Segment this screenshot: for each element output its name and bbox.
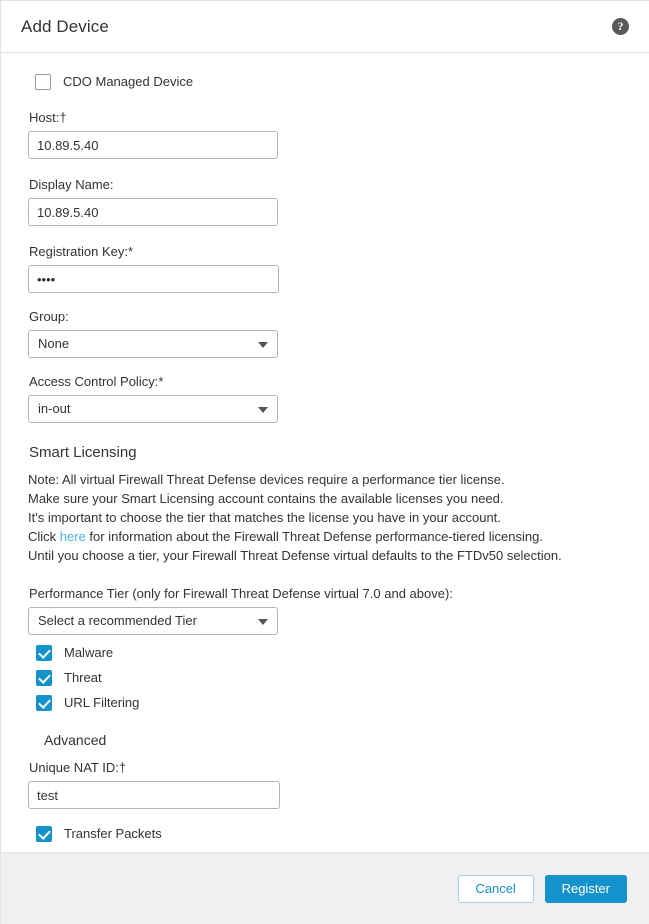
smart-licensing-note-line-3: It's important to choose the tier that m… [28, 510, 501, 525]
group-select-value: None [38, 336, 70, 351]
access-control-policy-label: Access Control Policy:* [29, 374, 164, 389]
smart-licensing-title: Smart Licensing [29, 444, 137, 461]
access-control-policy-select-value: in-out [38, 401, 71, 416]
chevron-down-icon [258, 407, 268, 413]
checkbox-row-url-filtering[interactable]: URL Filtering [36, 692, 629, 714]
performance-tier-select-value: Select a recommended Tier [38, 613, 197, 628]
url-filtering-label: URL Filtering [64, 695, 140, 710]
dialog-footer: Cancel Register [1, 852, 649, 924]
checkbox-row-malware[interactable]: Malware [36, 642, 629, 664]
chevron-down-icon [258, 342, 268, 348]
smart-licensing-note-line-2: Make sure your Smart Licensing account c… [28, 491, 504, 506]
link-line-after: for information about the Firewall Threa… [85, 529, 543, 544]
page-title: Add Device [21, 16, 109, 36]
performance-tier-select[interactable]: Select a recommended Tier [28, 607, 278, 635]
host-label: Host:† [29, 110, 67, 125]
display-name-input[interactable] [28, 198, 278, 226]
checkbox-row-threat[interactable]: Threat [36, 667, 629, 689]
host-input[interactable] [28, 131, 278, 159]
add-device-dialog: Add Device ? CDO Managed Device Host:† D… [0, 0, 649, 924]
help-circle-icon[interactable]: ? [612, 18, 629, 35]
dialog-header: Add Device ? [1, 1, 649, 53]
smart-licensing-note-line-1: Note: All virtual Firewall Threat Defens… [28, 472, 505, 487]
checkbox-row-transfer-packets[interactable]: Transfer Packets [36, 823, 629, 845]
cdo-managed-checkbox[interactable] [35, 74, 51, 90]
transfer-packets-checkbox[interactable] [36, 826, 52, 842]
threat-checkbox[interactable] [36, 670, 52, 686]
advanced-section-title: Advanced [44, 732, 107, 748]
cancel-button[interactable]: Cancel [457, 874, 534, 903]
access-control-policy-select[interactable]: in-out [28, 395, 278, 423]
register-button[interactable]: Register [544, 874, 627, 903]
performance-tier-label: Performance Tier (only for Firewall Thre… [29, 586, 453, 601]
malware-label: Malware [64, 645, 114, 660]
performance-tier-help-link[interactable]: here [60, 529, 86, 544]
cdo-managed-label: CDO Managed Device [63, 74, 194, 89]
registration-key-label: Registration Key:* [29, 244, 134, 259]
display-name-label: Display Name: [29, 177, 114, 192]
checkbox-row-cdo-managed[interactable]: CDO Managed Device [35, 71, 629, 93]
malware-checkbox[interactable] [36, 645, 52, 661]
chevron-down-icon [258, 619, 268, 625]
threat-label: Threat [64, 670, 102, 685]
smart-licensing-last-line: Until you choose a tier, your Firewall T… [28, 548, 562, 563]
unique-nat-id-input[interactable] [28, 781, 280, 809]
transfer-packets-label: Transfer Packets [64, 826, 162, 841]
registration-key-input[interactable] [28, 265, 279, 293]
link-line-before: Click [28, 529, 60, 544]
url-filtering-checkbox[interactable] [36, 695, 52, 711]
group-select[interactable]: None [28, 330, 278, 358]
group-label: Group: [29, 309, 69, 324]
smart-licensing-link-line: Click here for information about the Fir… [28, 527, 629, 546]
dialog-body: CDO Managed Device Host:† Display Name: … [1, 53, 649, 852]
unique-nat-id-label: Unique NAT ID:† [29, 760, 127, 775]
